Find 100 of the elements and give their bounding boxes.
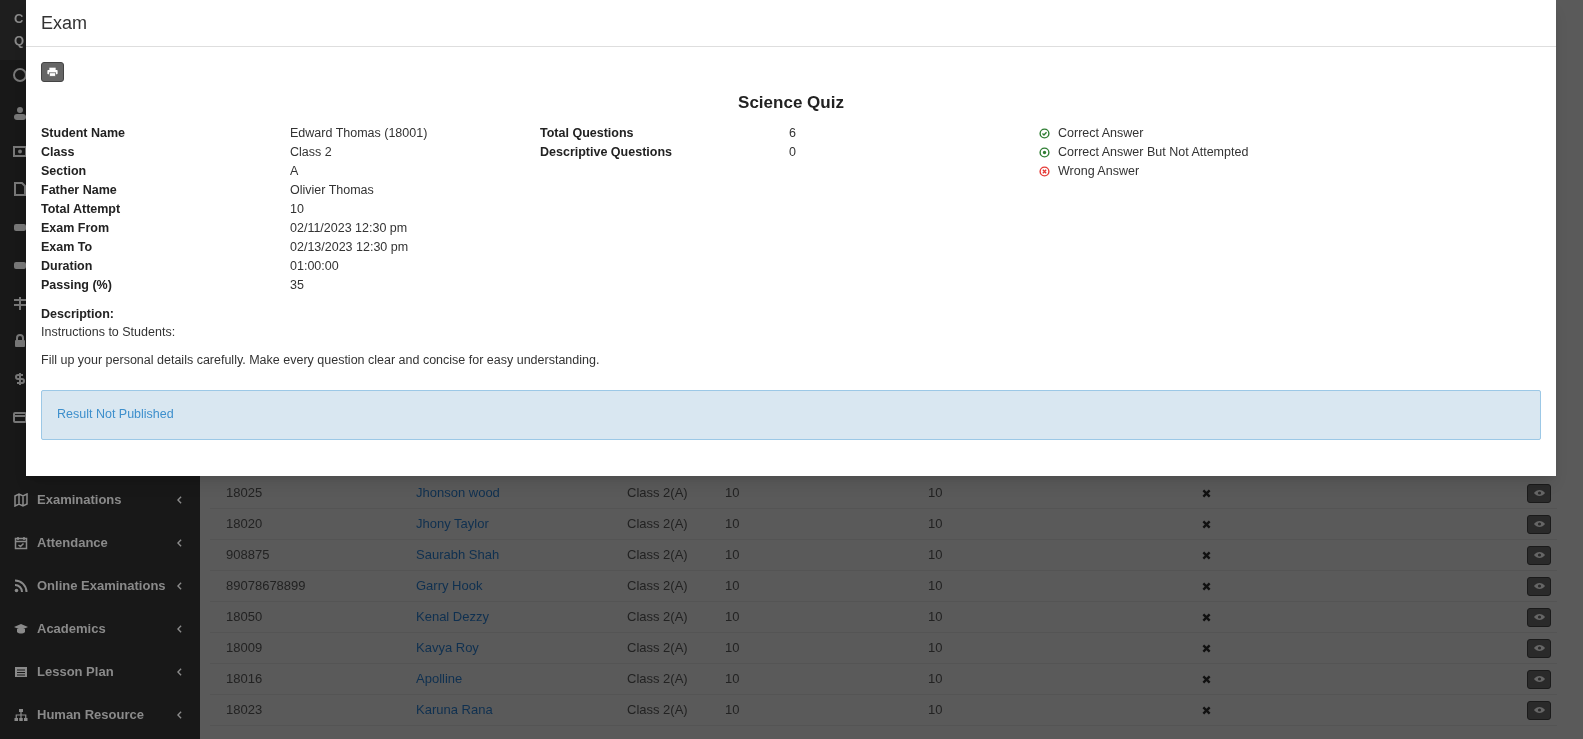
dot-circle-icon: [1039, 146, 1050, 158]
field-value: Class 2: [290, 143, 333, 161]
exam-title: Science Quiz: [737, 92, 845, 114]
table-cell-text: 10: [928, 484, 944, 503]
view-button[interactable]: [1527, 483, 1551, 503]
eye-icon: [1532, 706, 1546, 714]
card-icon[interactable]: [13, 410, 27, 424]
cross-icon: [1202, 705, 1211, 715]
field-label: Father Name: [41, 181, 118, 199]
document-icon[interactable]: [13, 182, 27, 196]
sidebar-label: Academics: [37, 619, 107, 638]
table-cell-text: 10: [928, 546, 944, 565]
student-link[interactable]: Kavya Roy: [416, 638, 627, 658]
student-link[interactable]: Saurabh Shah: [416, 545, 627, 565]
view-button[interactable]: [1527, 700, 1551, 720]
table-cell-text: 10: [725, 670, 741, 689]
chevron-left-icon: [177, 538, 182, 547]
sitemap-icon: [14, 707, 28, 722]
graduation-cap-icon: [14, 621, 28, 636]
chevron-left-icon: [177, 624, 182, 633]
print-icon: [47, 67, 58, 77]
student-link[interactable]: Jhony Taylor: [416, 514, 627, 534]
chevron-left-icon: [177, 495, 182, 504]
calendar-check-icon: [14, 535, 28, 550]
field-label: Total Attempt: [41, 200, 122, 218]
table-cell-text: 10: [928, 515, 944, 534]
table-cell-text: 18025: [225, 484, 264, 503]
field-value: Olivier Thomas: [290, 181, 375, 199]
sidebar-item[interactable]: Attendance: [0, 521, 200, 564]
eye-icon: [1532, 551, 1546, 559]
sidebar-item[interactable]: Online Examinations: [0, 564, 200, 607]
view-button[interactable]: [1527, 669, 1551, 689]
field-value: 10: [290, 200, 305, 218]
eye-icon: [1532, 644, 1546, 652]
eye-icon: [1532, 675, 1546, 683]
table-cell-text: Class 2(A): [627, 546, 689, 565]
student-link[interactable]: Apolline: [416, 669, 627, 689]
table-cell-text: Class 2(A): [627, 670, 689, 689]
table-cell-text: 18016: [225, 670, 264, 689]
view-button[interactable]: [1527, 576, 1551, 596]
student-link[interactable]: Kenal Dezzy: [416, 607, 627, 627]
sidebar-item[interactable]: Examinations: [0, 478, 200, 521]
field-value: 35: [290, 276, 305, 294]
cross-circle-icon: [1039, 165, 1050, 177]
cross-icon: [1202, 674, 1211, 684]
table-cell-text: 10: [725, 701, 741, 720]
cross-icon: [1202, 612, 1211, 622]
eye-icon: [1532, 489, 1546, 497]
chevron-left-icon: [177, 710, 182, 719]
cross-icon: [1202, 581, 1211, 591]
table-cell-text: 18050: [225, 608, 264, 627]
cross-icon: [1202, 488, 1211, 498]
field-label: Total Questions: [540, 124, 635, 142]
field-value: 02/11/2023 12:30 pm: [290, 219, 409, 237]
sidebar-label: Attendance: [37, 533, 109, 552]
sidebar-item[interactable]: Lesson Plan: [0, 650, 200, 693]
sidebar-item[interactable]: Human Resource: [0, 693, 200, 736]
cross-icon: [1202, 550, 1211, 560]
table-cell-text: Class 2(A): [627, 639, 689, 658]
lock-icon[interactable]: [13, 334, 27, 348]
table-cell-text: Class 2(A): [627, 515, 689, 534]
table-cell-text: 10: [928, 701, 944, 720]
field-label: Exam From: [41, 219, 111, 237]
view-button[interactable]: [1527, 638, 1551, 658]
field-value: 01:00:00: [290, 257, 340, 275]
sidebar-label: Online Examinations: [37, 576, 167, 595]
check-circle-icon: [1039, 127, 1050, 139]
field-value: Edward Thomas (18001): [290, 124, 429, 142]
description-label: Description:: [41, 305, 115, 323]
money-icon[interactable]: [13, 144, 27, 158]
student-link[interactable]: Karuna Rana: [416, 700, 627, 720]
eye-icon: [1532, 582, 1546, 590]
table-cell-text: Class 2(A): [627, 701, 689, 720]
student-link[interactable]: Garry Hook: [416, 576, 627, 596]
table-cell-text: 908875: [225, 546, 271, 565]
field-label: Duration: [41, 257, 94, 275]
sidebar-item[interactable]: Academics: [0, 607, 200, 650]
description-text: Fill up your personal details carefully. Make every question clear and concise for easy understanding.: [41, 351, 601, 369]
student-link[interactable]: Jhonson wood: [416, 483, 627, 503]
view-button[interactable]: [1527, 514, 1551, 534]
table-cell-text: 10: [928, 639, 944, 658]
table-cell-text: 18009: [225, 639, 264, 658]
sidebar-label: Examinations: [37, 490, 123, 509]
field-value: 02/13/2023 12:30 pm: [290, 238, 410, 256]
table-cell-text: Class 2(A): [627, 577, 689, 596]
table-cell-text: 18023: [225, 701, 264, 720]
view-button[interactable]: [1527, 545, 1551, 565]
table-cell-text: 10: [928, 608, 944, 627]
sidebar-label: Human Resource: [37, 705, 145, 724]
field-label: Descriptive Questions: [540, 143, 673, 161]
view-button[interactable]: [1527, 607, 1551, 627]
field-value: 6: [789, 124, 797, 142]
dollar-icon[interactable]: [13, 372, 27, 386]
table-cell-text: Class 2(A): [627, 608, 689, 627]
cross-icon: [1202, 643, 1211, 653]
table-cell-text: 10: [928, 577, 944, 596]
rss-icon: [14, 578, 28, 593]
users-icon[interactable]: [13, 106, 27, 120]
print-button[interactable]: [41, 62, 64, 82]
chevron-left-icon: [177, 667, 182, 676]
